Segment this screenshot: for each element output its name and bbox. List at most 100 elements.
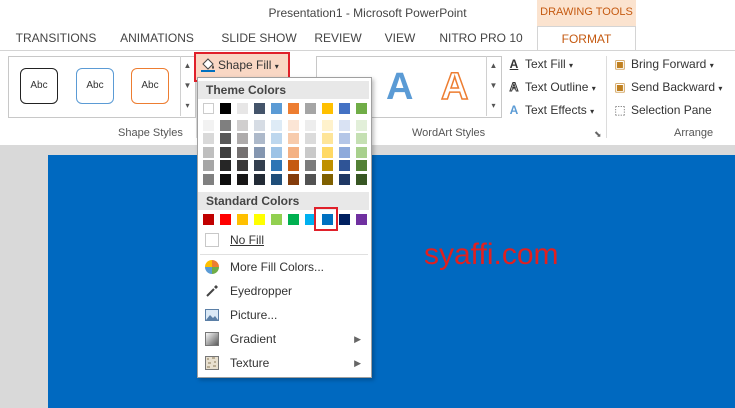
tab-format[interactable]: FORMAT <box>537 26 636 51</box>
theme-color-swatch[interactable] <box>305 103 316 114</box>
theme-color-swatch[interactable] <box>254 173 265 185</box>
theme-color-swatch[interactable] <box>305 160 316 171</box>
theme-color-swatch[interactable] <box>322 103 333 114</box>
standard-color-swatch[interactable] <box>220 214 231 225</box>
text-outline-button[interactable]: A Text Outline ▾ <box>506 77 596 97</box>
theme-color-swatch[interactable] <box>288 119 299 131</box>
theme-color-swatch[interactable] <box>305 119 316 131</box>
theme-color-swatch[interactable] <box>203 160 214 171</box>
gallery-more-icon[interactable]: ▾ <box>181 96 194 116</box>
gallery-more-icon[interactable]: ▾ <box>487 96 500 116</box>
bring-forward-button[interactable]: ▣ Bring Forward ▾ <box>612 54 713 74</box>
theme-color-swatch[interactable] <box>271 160 282 171</box>
theme-color-swatch[interactable] <box>237 133 248 144</box>
theme-color-swatch[interactable] <box>220 160 231 171</box>
standard-color-swatch[interactable] <box>237 214 248 225</box>
scroll-up-icon[interactable]: ▲ <box>181 56 194 76</box>
theme-color-swatch[interactable] <box>237 160 248 171</box>
theme-color-swatch[interactable] <box>271 146 282 158</box>
eyedropper-item[interactable]: Eyedropper <box>198 280 369 302</box>
tab-slide-show[interactable]: SLIDE SHOW <box>214 26 304 50</box>
theme-color-swatch[interactable] <box>339 173 350 185</box>
theme-color-swatch[interactable] <box>305 146 316 158</box>
theme-color-swatch[interactable] <box>356 133 367 144</box>
standard-color-swatch[interactable] <box>288 214 299 225</box>
theme-color-swatch[interactable] <box>271 119 282 131</box>
theme-color-swatch[interactable] <box>322 119 333 131</box>
scroll-up-icon[interactable]: ▲ <box>487 56 500 76</box>
standard-color-swatch[interactable] <box>271 214 282 225</box>
theme-color-swatch[interactable] <box>220 119 231 131</box>
theme-color-swatch[interactable] <box>254 146 265 158</box>
theme-color-swatch[interactable] <box>339 103 350 114</box>
tab-review[interactable]: REVIEW <box>310 26 366 50</box>
theme-color-swatch[interactable] <box>339 146 350 158</box>
texture-item[interactable]: Texture ▶ <box>198 352 369 374</box>
theme-color-swatch[interactable] <box>322 173 333 185</box>
theme-color-swatch[interactable] <box>305 133 316 144</box>
picture-item[interactable]: Picture... <box>198 304 369 326</box>
theme-color-swatch[interactable] <box>237 146 248 158</box>
standard-color-swatch[interactable] <box>339 214 350 225</box>
theme-color-swatch[interactable] <box>254 103 265 114</box>
text-fill-button[interactable]: A Text Fill ▾ <box>506 54 573 74</box>
theme-color-swatch[interactable] <box>203 146 214 158</box>
theme-color-swatch[interactable] <box>356 146 367 158</box>
standard-color-swatch[interactable] <box>203 214 214 225</box>
shape-style-preset-2[interactable]: Abc <box>76 68 114 104</box>
theme-color-swatch[interactable] <box>254 133 265 144</box>
theme-color-swatch[interactable] <box>356 119 367 131</box>
theme-color-swatch[interactable] <box>237 173 248 185</box>
standard-color-swatch[interactable] <box>356 214 367 225</box>
theme-color-swatch[interactable] <box>305 173 316 185</box>
theme-color-swatch[interactable] <box>203 103 214 114</box>
more-fill-colors-item[interactable]: More Fill Colors... <box>198 256 369 278</box>
theme-color-swatch[interactable] <box>288 133 299 144</box>
scroll-down-icon[interactable]: ▼ <box>181 76 194 96</box>
tab-animations[interactable]: ANIMATIONS <box>110 26 204 50</box>
wordart-preset-3[interactable]: A <box>440 65 469 109</box>
theme-color-swatch[interactable] <box>356 103 367 114</box>
tab-view[interactable]: VIEW <box>376 26 424 50</box>
tab-nitro-pro[interactable]: NITRO PRO 10 <box>432 26 530 50</box>
theme-color-swatch[interactable] <box>271 133 282 144</box>
theme-color-swatch[interactable] <box>220 103 231 114</box>
theme-color-swatch[interactable] <box>254 160 265 171</box>
theme-color-swatch[interactable] <box>220 173 231 185</box>
theme-color-swatch[interactable] <box>356 173 367 185</box>
scroll-down-icon[interactable]: ▼ <box>487 76 500 96</box>
theme-color-swatch[interactable] <box>356 160 367 171</box>
theme-color-swatch[interactable] <box>271 173 282 185</box>
shape-style-preset-1[interactable]: Abc <box>20 68 58 104</box>
theme-color-swatch[interactable] <box>271 103 282 114</box>
theme-color-swatch[interactable] <box>203 133 214 144</box>
text-effects-button[interactable]: A Text Effects ▾ <box>506 100 595 120</box>
theme-color-swatch[interactable] <box>322 160 333 171</box>
theme-color-swatch[interactable] <box>237 103 248 114</box>
theme-color-swatch[interactable] <box>339 133 350 144</box>
theme-color-swatch[interactable] <box>288 103 299 114</box>
theme-color-swatch[interactable] <box>237 119 248 131</box>
theme-color-swatch[interactable] <box>254 119 265 131</box>
wordart-preset-2[interactable]: A <box>386 66 413 109</box>
theme-color-swatch[interactable] <box>339 119 350 131</box>
theme-color-swatch[interactable] <box>288 146 299 158</box>
theme-color-swatch[interactable] <box>322 133 333 144</box>
selection-pane-button[interactable]: ⬚ Selection Pane <box>612 100 711 120</box>
gradient-item[interactable]: Gradient ▶ <box>198 328 369 350</box>
theme-color-swatch[interactable] <box>322 146 333 158</box>
shape-style-preset-3[interactable]: Abc <box>131 68 169 104</box>
send-backward-button[interactable]: ▣ Send Backward ▾ <box>612 77 722 97</box>
theme-color-swatch[interactable] <box>220 146 231 158</box>
tab-transitions[interactable]: TRANSITIONS <box>8 26 104 50</box>
standard-color-swatch[interactable] <box>254 214 265 225</box>
theme-color-swatch[interactable] <box>220 133 231 144</box>
no-fill-item[interactable]: No Fill <box>198 229 369 251</box>
theme-color-swatch[interactable] <box>203 173 214 185</box>
dialog-launcher-icon[interactable]: ⬊ <box>594 129 602 140</box>
theme-color-swatch[interactable] <box>288 173 299 185</box>
theme-color-swatch[interactable] <box>203 119 214 131</box>
slide[interactable] <box>48 155 735 408</box>
theme-color-swatch[interactable] <box>339 160 350 171</box>
theme-color-swatch[interactable] <box>288 160 299 171</box>
